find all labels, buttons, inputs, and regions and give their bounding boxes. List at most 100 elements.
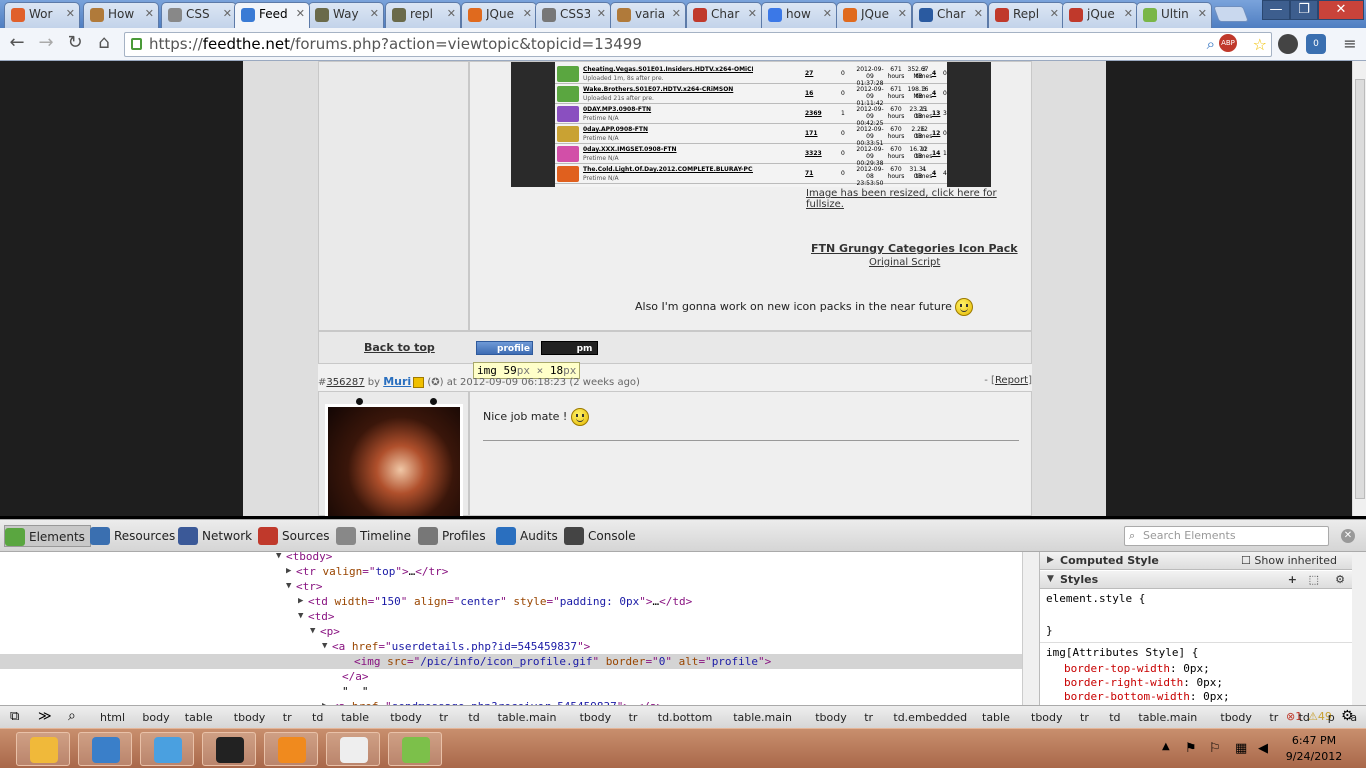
- devtools-tab-resources[interactable]: Resources: [90, 525, 175, 547]
- devtools-tab-sources[interactable]: Sources: [258, 525, 329, 547]
- breadcrumb-table[interactable]: table: [181, 709, 217, 726]
- icon-pack-link[interactable]: FTN Grungy Categories Icon Pack: [811, 242, 1018, 255]
- tab-close-icon[interactable]: ✕: [748, 3, 757, 25]
- bookmark-star-icon[interactable]: ☆: [1253, 33, 1267, 56]
- breadcrumb-tr[interactable]: tr: [860, 709, 877, 726]
- breadcrumb-td-bottom[interactable]: td.bottom: [654, 709, 717, 726]
- taskbar-messenger-button[interactable]: [140, 732, 194, 766]
- torrent-name[interactable]: 0day.XXX.IMGSET.0908-FTN: [583, 146, 753, 153]
- torrent-screenshot[interactable]: Cheating.Vegas.S01E01.Insiders.HDTV.x264…: [511, 62, 991, 187]
- taskbar-notepad-button[interactable]: [326, 732, 380, 766]
- torrent-name[interactable]: 0day.APP.0908-FTN: [583, 126, 753, 133]
- browser-tab[interactable]: jQue ✕: [1062, 2, 1138, 28]
- css-property[interactable]: border-right-width: 0px;: [1064, 676, 1223, 689]
- user-avatar[interactable]: [325, 404, 463, 516]
- torrent-name[interactable]: Cheating.Vegas.S01E01.Insiders.HDTV.x264…: [583, 66, 753, 73]
- elements-scrollbar[interactable]: [1022, 552, 1039, 705]
- torrent-name[interactable]: Wake.Brothers.S01E07.HDTV.x264-CRiMSON: [583, 86, 753, 93]
- expand-triangle-icon[interactable]: ▼: [322, 639, 327, 654]
- volume-icon[interactable]: ◀: [1258, 741, 1268, 756]
- collapse-triangle-icon[interactable]: ▶: [286, 564, 291, 579]
- post-author-link[interactable]: Muri: [383, 375, 411, 388]
- dom-node[interactable]: ▶ <td width="150" align="center" style="p…: [0, 594, 1022, 609]
- back-icon[interactable]: ←: [6, 33, 28, 55]
- inspect-search-icon[interactable]: ⌕: [68, 708, 76, 724]
- browser-tab[interactable]: CSS3 ✕: [535, 2, 611, 28]
- home-icon[interactable]: ⌂: [93, 33, 115, 55]
- breadcrumb-tbody[interactable]: tbody: [1027, 709, 1067, 726]
- post-id-link[interactable]: 356287: [326, 377, 364, 388]
- expand-triangle-icon[interactable]: ▼: [276, 552, 281, 564]
- browser-tab[interactable]: how ✕: [761, 2, 837, 28]
- breadcrumb-td[interactable]: td: [308, 709, 327, 726]
- tab-close-icon[interactable]: ✕: [823, 3, 832, 25]
- tab-close-icon[interactable]: ✕: [597, 3, 606, 25]
- search-elements-input[interactable]: Search Elements ⌕: [1124, 526, 1329, 546]
- tab-close-icon[interactable]: ✕: [296, 3, 305, 25]
- browser-tab[interactable]: JQue ✕: [461, 2, 537, 28]
- dom-node[interactable]: ▼ <p>: [0, 624, 1022, 639]
- breadcrumb-tr[interactable]: tr: [1076, 709, 1093, 726]
- devtools-tab-timeline[interactable]: Timeline: [336, 525, 411, 547]
- taskbar-notepad-plus-button[interactable]: [388, 732, 442, 766]
- fullsize-link[interactable]: Image has been resized, click here for f…: [806, 188, 1031, 210]
- breadcrumb-td[interactable]: td: [1295, 709, 1314, 726]
- breadcrumb-p[interactable]: p: [1324, 709, 1339, 726]
- breadcrumb-body[interactable]: body: [138, 709, 173, 726]
- dom-node[interactable]: ▼ <tbody>: [0, 552, 1022, 564]
- browser-tab[interactable]: repl ✕: [385, 2, 461, 28]
- show-inherited[interactable]: ☐ Show inherited: [1241, 552, 1337, 569]
- tray-arrow-icon[interactable]: ▲: [1162, 741, 1170, 752]
- tab-close-icon[interactable]: ✕: [523, 3, 532, 25]
- tab-close-icon[interactable]: ✕: [1198, 3, 1207, 25]
- tab-close-icon[interactable]: ✕: [223, 3, 232, 25]
- breadcrumb-table[interactable]: table: [337, 709, 373, 726]
- expand-triangle-icon[interactable]: ▼: [286, 579, 291, 594]
- dom-node[interactable]: ▶ <tr valign="top">…</tr>: [0, 564, 1022, 579]
- tab-close-icon[interactable]: ✕: [974, 3, 983, 25]
- tab-close-icon[interactable]: ✕: [898, 3, 907, 25]
- network-icon[interactable]: ▦: [1235, 741, 1247, 756]
- dock-icon[interactable]: ⧉: [10, 709, 19, 724]
- devtools-tab-network[interactable]: Network: [178, 525, 252, 547]
- breadcrumb-table-main[interactable]: table.main: [494, 709, 561, 726]
- browser-tab[interactable]: JQue ✕: [836, 2, 912, 28]
- dom-node[interactable]: ▼ <a href="userdetails.php?id=545459837">: [0, 639, 1022, 654]
- profile-button[interactable]: profile: [476, 341, 533, 355]
- breadcrumb-tr[interactable]: tr: [435, 709, 452, 726]
- torrent-row[interactable]: Wake.Brothers.S01E07.HDTV.x264-CRiMSON Up…: [555, 84, 947, 107]
- dom-node[interactable]: ▼ <tr>: [0, 579, 1022, 594]
- tab-close-icon[interactable]: ✕: [145, 3, 154, 25]
- pm-button[interactable]: pm: [541, 341, 598, 355]
- devtools-tab-console[interactable]: Console: [564, 525, 636, 547]
- maximize-button[interactable]: ❐: [1290, 0, 1318, 20]
- report-link[interactable]: Report: [995, 375, 1028, 386]
- browser-tab[interactable]: How ✕: [83, 2, 159, 28]
- taskbar-explorer-button[interactable]: [16, 732, 70, 766]
- breadcrumb-tr[interactable]: tr: [279, 709, 296, 726]
- tab-close-icon[interactable]: ✕: [672, 3, 681, 25]
- original-script-link[interactable]: Original Script: [869, 257, 940, 268]
- gear-icon[interactable]: ⚙: [1335, 571, 1345, 588]
- add-rule-icon[interactable]: +: [1288, 571, 1297, 588]
- tab-close-icon[interactable]: ✕: [447, 3, 456, 25]
- extension-icon[interactable]: [1278, 34, 1298, 54]
- breadcrumb-tr[interactable]: tr: [625, 709, 642, 726]
- tab-close-icon[interactable]: ✕: [370, 3, 379, 25]
- torrent-row[interactable]: Cheating.Vegas.S01E01.Insiders.HDTV.x264…: [555, 64, 947, 87]
- adblock-icon[interactable]: ABP: [1219, 34, 1237, 52]
- browser-tab[interactable]: Way ✕: [308, 2, 384, 28]
- reload-icon[interactable]: ↻: [64, 33, 86, 55]
- dom-node[interactable]: " ": [0, 684, 1022, 699]
- breadcrumb-tbody[interactable]: tbody: [386, 709, 426, 726]
- torrent-row[interactable]: 0day.APP.0908-FTN Pretime N/A 171 0 2012-09-…: [555, 124, 947, 147]
- browser-tab[interactable]: Char ✕: [912, 2, 988, 28]
- browser-tab[interactable]: varia ✕: [610, 2, 686, 28]
- flag-icon[interactable]: ⚑: [1185, 741, 1197, 756]
- styles-header[interactable]: ▼ Styles + ⬚ ⚙: [1040, 571, 1352, 589]
- breadcrumb-tbody[interactable]: tbody: [576, 709, 616, 726]
- scrollbar-thumb[interactable]: [1355, 79, 1365, 499]
- translate-icon[interactable]: ⌕: [1207, 33, 1215, 56]
- address-bar[interactable]: https://feedthe.net/forums.php?action=vi…: [124, 32, 1272, 57]
- devtools-tab-elements[interactable]: Elements: [4, 525, 91, 547]
